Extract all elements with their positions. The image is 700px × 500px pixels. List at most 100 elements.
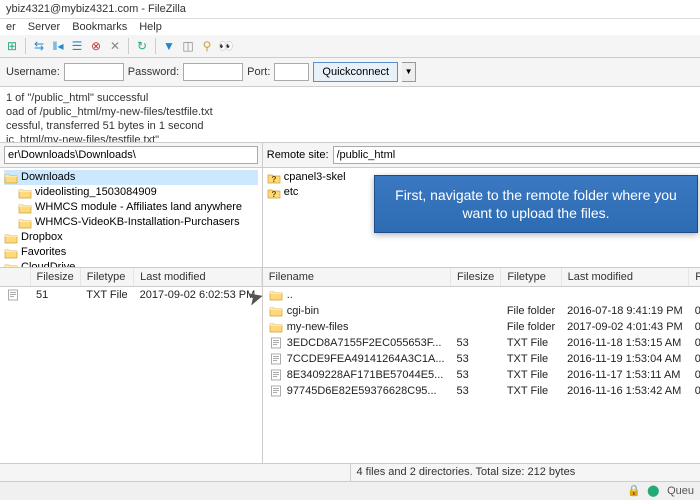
menu-item[interactable]: er xyxy=(6,21,16,33)
username-input[interactable] xyxy=(64,63,124,81)
menubar: er Server Bookmarks Help xyxy=(0,19,700,35)
column-header[interactable]: Filesize xyxy=(451,268,501,287)
column-header[interactable]: Permissi xyxy=(689,268,700,287)
quickconnect-button[interactable]: Quickconnect xyxy=(313,62,398,82)
menu-item[interactable]: Server xyxy=(28,21,60,33)
local-tree[interactable]: Downloadsvideolisting_1503084909WHMCS mo… xyxy=(0,168,262,268)
cell: 0644 xyxy=(689,383,700,399)
tree-node[interactable]: WHMCS module - Affiliates land anywhere xyxy=(4,200,258,215)
cancel-icon[interactable]: ⊗ xyxy=(88,38,104,54)
filter-icon[interactable]: ▼ xyxy=(161,38,177,54)
cell: 0644 xyxy=(689,351,700,367)
column-header[interactable]: Filetype xyxy=(501,268,561,287)
separator xyxy=(155,38,156,54)
cell: 2016-11-16 1:53:42 AM xyxy=(561,383,689,399)
cell: 2017-09-02 4:01:43 PM xyxy=(561,319,689,335)
port-input[interactable] xyxy=(274,63,309,81)
tree-label: WHMCS module - Affiliates land anywhere xyxy=(35,200,242,215)
local-path-input[interactable] xyxy=(4,146,258,164)
log-line: 1 of "/public_html" successful xyxy=(6,91,694,105)
tree-node[interactable]: Favorites xyxy=(4,245,258,260)
column-header[interactable]: Filesize xyxy=(30,268,80,287)
table-row[interactable]: 97745D6E82E59376628C95...53TXT File2016-… xyxy=(263,383,700,399)
remote-path-input[interactable] xyxy=(333,146,700,164)
file-name: cgi-bin xyxy=(287,305,319,317)
binoculars-icon[interactable]: 👀 xyxy=(218,38,234,54)
cell xyxy=(501,287,561,304)
status-bar: 4 files and 2 directories. Total size: 2… xyxy=(0,463,700,481)
local-filelist[interactable]: FilesizeFiletypeLast modified 51TXT File… xyxy=(0,268,262,463)
quickconnect-bar: Username: Password: Port: Quickconnect ▼ xyxy=(0,58,700,87)
folder-icon xyxy=(267,187,281,199)
cell: 51 xyxy=(30,287,80,304)
table-row[interactable]: 7CCDE9FEA49141264A3C1A...53TXT File2016-… xyxy=(263,351,700,367)
folder-icon xyxy=(4,232,18,244)
column-header[interactable] xyxy=(0,268,30,287)
tree-node[interactable]: videolisting_1503084909 xyxy=(4,185,258,200)
table-row[interactable]: 8E3409228AF171BE57044E5...53TXT File2016… xyxy=(263,367,700,383)
folder-icon xyxy=(4,247,18,259)
file-name: my-new-files xyxy=(287,321,349,333)
remote-pathbar: Remote site: xyxy=(263,143,700,168)
file-name-cell: 8E3409228AF171BE57044E5... xyxy=(263,367,451,383)
folder-icon xyxy=(267,172,281,184)
cell: 53 xyxy=(451,383,501,399)
tree-label: CloudDrive xyxy=(21,260,75,268)
folder-icon xyxy=(18,202,32,214)
column-header[interactable]: Filename xyxy=(263,268,451,287)
file-name: 7CCDE9FEA49141264A3C1A... xyxy=(287,353,445,365)
cell xyxy=(451,303,501,319)
cell: 2016-11-19 1:53:04 AM xyxy=(561,351,689,367)
compare-icon[interactable]: ◫ xyxy=(180,38,196,54)
remote-filelist[interactable]: FilenameFilesizeFiletypeLast modifiedPer… xyxy=(263,268,700,463)
cell: 0755 xyxy=(689,319,700,335)
file-icon xyxy=(269,337,283,349)
tree-node[interactable]: CloudDrive xyxy=(4,260,258,268)
tree-node[interactable]: Dropbox xyxy=(4,230,258,245)
cell: 53 xyxy=(451,367,501,383)
column-header[interactable]: Filetype xyxy=(80,268,133,287)
table-row[interactable]: my-new-filesFile folder2017-09-02 4:01:4… xyxy=(263,319,700,335)
table-row[interactable]: cgi-binFile folder2016-07-18 9:41:19 PM0… xyxy=(263,303,700,319)
window-title: ybiz4321@mybiz4321.com - FileZilla xyxy=(0,0,700,19)
cell: TXT File xyxy=(80,287,133,304)
folder-icon xyxy=(269,321,283,333)
cell xyxy=(561,287,689,304)
cell: 0644 xyxy=(689,335,700,351)
table-row[interactable]: 3EDCD8A7155F2EC055653F...53TXT File2016-… xyxy=(263,335,700,351)
cell: TXT File xyxy=(501,383,561,399)
tree-label: cpanel3-skel xyxy=(284,170,346,185)
cell: TXT File xyxy=(501,351,561,367)
log-toggle-icon[interactable]: ‖◂ xyxy=(50,38,66,54)
file-name-cell: .. xyxy=(263,287,451,303)
file-name: 3EDCD8A7155F2EC055653F... xyxy=(287,337,442,349)
refresh-icon[interactable]: ↻ xyxy=(134,38,150,54)
menu-item[interactable]: Bookmarks xyxy=(72,21,127,33)
cell: 2016-11-17 1:53:11 AM xyxy=(561,367,689,383)
file-icon xyxy=(269,385,283,397)
table-row[interactable]: 51TXT File2017-09-02 6:02:53 PM xyxy=(0,287,261,304)
search-icon[interactable]: ⚲ xyxy=(199,38,215,54)
password-label: Password: xyxy=(128,66,179,78)
folder-icon xyxy=(269,305,283,317)
queue-toggle-icon[interactable]: ☰ xyxy=(69,38,85,54)
disconnect-icon[interactable]: ✕ xyxy=(107,38,123,54)
password-input[interactable] xyxy=(183,63,243,81)
tree-node[interactable]: Downloads xyxy=(4,170,258,185)
column-header[interactable]: Last modified xyxy=(561,268,689,287)
tree-toggle-icon[interactable]: ⇆ xyxy=(31,38,47,54)
file-icon xyxy=(269,369,283,381)
folder-icon xyxy=(18,187,32,199)
table-row[interactable]: .. xyxy=(263,287,700,304)
tree-node[interactable]: WHMCS-VideoKB-Installation-Purchasers xyxy=(4,215,258,230)
file-name-cell xyxy=(0,287,30,303)
column-header[interactable]: Last modified xyxy=(134,268,262,287)
site-manager-icon[interactable]: ⊞ xyxy=(4,38,20,54)
folder-icon xyxy=(269,289,283,301)
quickconnect-history-dropdown[interactable]: ▼ xyxy=(402,62,416,82)
cell: 0644 xyxy=(689,367,700,383)
port-label: Port: xyxy=(247,66,270,78)
cell: TXT File xyxy=(501,335,561,351)
tree-label: Dropbox xyxy=(21,230,63,245)
menu-item[interactable]: Help xyxy=(139,21,162,33)
